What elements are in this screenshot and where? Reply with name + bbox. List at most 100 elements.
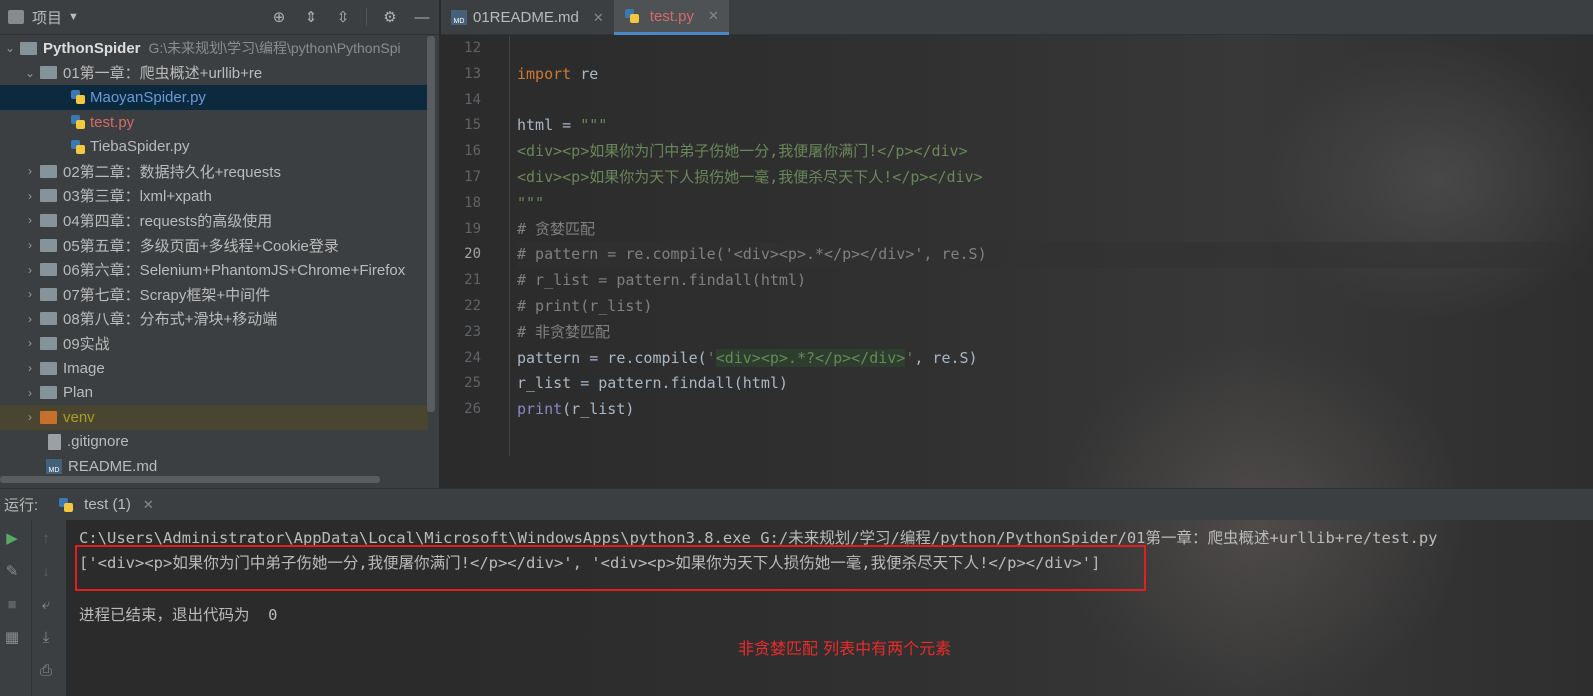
layout-icon[interactable]: ▦	[2, 627, 22, 647]
folder-icon	[40, 336, 57, 350]
tree-item-folder[interactable]: › Image	[0, 356, 428, 381]
chevron-right-icon[interactable]: ›	[20, 361, 40, 375]
chevron-right-icon[interactable]: ›	[20, 287, 40, 301]
file-icon	[48, 433, 61, 450]
locate-icon[interactable]: ⊕	[270, 8, 288, 26]
code-line[interactable]: print(r_list)	[517, 397, 1587, 423]
code-line[interactable]: # r_list = pattern.findall(html)	[517, 268, 1587, 294]
tree-item-folder[interactable]: › 02第二章：数据持久化+requests	[0, 159, 428, 184]
collapse-all-icon[interactable]: ⇳	[334, 8, 352, 26]
tree-item-folder[interactable]: › 09实战	[0, 331, 428, 356]
vertical-scrollbar[interactable]	[427, 36, 435, 412]
chevron-right-icon[interactable]: ›	[20, 410, 40, 424]
chevron-right-icon[interactable]: ›	[20, 336, 40, 350]
code-line[interactable]: r_list = pattern.findall(html)	[517, 371, 1587, 397]
tab-readme[interactable]: MD 01README.md ✕	[441, 0, 614, 35]
code-line[interactable]: # print(r_list)	[517, 294, 1587, 320]
minimize-icon[interactable]: —	[413, 8, 431, 26]
tree-item-folder[interactable]: › 07第七章：Scrapy框架+中间件	[0, 282, 428, 307]
folder-icon	[40, 361, 57, 375]
folder-icon	[40, 312, 57, 326]
expand-all-icon[interactable]: ⇕	[302, 8, 320, 26]
tab-label: 01README.md	[473, 9, 579, 26]
line-number: 15	[464, 117, 481, 134]
code-line[interactable]: html = """	[517, 113, 1587, 139]
run-tab-label: test (1)	[84, 496, 131, 513]
chevron-right-icon[interactable]: ›	[20, 386, 40, 400]
line-number-current: 20	[464, 246, 481, 263]
code-text: html =	[517, 116, 581, 135]
tree-item-file[interactable]: MD README.md	[0, 454, 428, 479]
highlight-box	[75, 545, 1146, 591]
arrow-down-icon[interactable]: ↓	[36, 561, 56, 581]
tree-item-folder[interactable]: › venv	[0, 404, 428, 430]
code-line[interactable]: <div><p>如果你为门中弟子伤她一分,我便屠你满门!</p></div>	[517, 139, 1587, 165]
project-icon	[8, 10, 24, 24]
rerun-icon[interactable]: ▶	[2, 528, 22, 548]
chevron-right-icon[interactable]: ›	[20, 312, 40, 326]
tree-item-label: 01第一章：爬虫概述+urllib+re	[63, 65, 263, 83]
gear-icon[interactable]: ⚙	[381, 8, 399, 26]
line-number: 17	[464, 168, 481, 185]
scroll-to-end-icon[interactable]: ⤓	[36, 627, 56, 647]
run-tab[interactable]: test (1) ✕	[48, 489, 164, 521]
comment: # r_list = pattern.findall(html)	[517, 271, 806, 290]
horizontal-scrollbar[interactable]	[0, 476, 380, 483]
print-icon[interactable]: ⎙	[36, 660, 56, 680]
run-toolbar-right: ↑ ↓ ⤶ ⤓ ⎙	[34, 528, 58, 680]
project-tree: ⌄ PythonSpider G:\未来规划\学习\编程\python\Pyth…	[0, 36, 428, 479]
chevron-down-icon[interactable]: ⌄	[20, 66, 40, 80]
chevron-down-icon[interactable]: ▼	[68, 11, 79, 23]
tree-item-folder[interactable]: › 03第三章：lxml+xpath	[0, 184, 428, 209]
run-label: 运行:	[4, 497, 39, 514]
chevron-right-icon[interactable]: ›	[20, 189, 40, 203]
tree-item-file[interactable]: MaoyanSpider.py	[0, 85, 428, 110]
string-literal: """	[580, 116, 608, 135]
code-line[interactable]	[517, 88, 1587, 114]
tree-item-folder[interactable]: › 05第五章：多级页面+多线程+Cookie登录	[0, 233, 428, 258]
line-number: 12	[464, 40, 481, 56]
code-line[interactable]: <div><p>如果你为天下人损伤她一毫,我便杀尽天下人!</p></div>	[517, 165, 1587, 191]
tab-label: test.py	[649, 7, 694, 25]
tab-test-py[interactable]: test.py ✕	[613, 0, 729, 35]
code-line[interactable]: # 贪婪匹配	[517, 217, 1587, 243]
code-editor[interactable]: import re html = """ <div><p>如果你为门中弟子伤她一…	[517, 36, 1587, 488]
chevron-right-icon[interactable]: ›	[20, 263, 40, 277]
tree-item-file[interactable]: .gitignore	[0, 430, 428, 455]
project-toolbar: ⊕ ⇕ ⇳ ⚙ —	[270, 8, 431, 26]
folder-icon	[40, 263, 57, 277]
chevron-down-icon[interactable]: ⌄	[0, 41, 20, 55]
arrow-up-icon[interactable]: ↑	[36, 528, 56, 548]
chevron-right-icon[interactable]: ›	[20, 213, 40, 227]
soft-wrap-icon[interactable]: ⤶	[36, 594, 56, 614]
code-line[interactable]: pattern = re.compile('<div><p>.*?</p></d…	[517, 346, 1587, 372]
tree-item-label: README.md	[68, 457, 158, 475]
close-icon[interactable]: ✕	[143, 497, 154, 513]
python-file-icon	[58, 497, 74, 513]
tree-item-folder[interactable]: › 06第六章：Selenium+PhantomJS+Chrome+Firefo…	[0, 257, 428, 282]
comment: # print(r_list)	[517, 296, 653, 315]
tree-item-folder[interactable]: ⌄ 01第一章：爬虫概述+urllib+re	[0, 61, 428, 86]
chevron-right-icon[interactable]: ›	[20, 164, 40, 178]
tree-item-file[interactable]: test.py	[0, 110, 428, 135]
close-icon[interactable]: ✕	[708, 8, 719, 24]
tree-item-folder[interactable]: › 08第八章：分布式+滑块+移动端	[0, 307, 428, 332]
chevron-right-icon[interactable]: ›	[20, 238, 40, 252]
tree-item-file[interactable]: TiebaSpider.py	[0, 134, 428, 159]
code-line[interactable]: """	[517, 191, 1587, 217]
code-line[interactable]: import re	[517, 62, 1587, 88]
console-exit: 进程已结束，退出代码为 0	[79, 606, 278, 624]
tree-item-folder[interactable]: › Plan	[0, 380, 428, 405]
code-line[interactable]: # 非贪婪匹配	[517, 320, 1587, 346]
wrench-icon[interactable]: ✎	[2, 561, 22, 581]
tree-item-label: 05第五章：多级页面+多线程+Cookie登录	[63, 237, 339, 255]
code-line[interactable]	[517, 36, 1587, 62]
comment: # 非贪婪匹配	[517, 322, 611, 341]
stop-icon[interactable]: ■	[2, 594, 22, 614]
tree-item-root[interactable]: ⌄ PythonSpider G:\未来规划\学习\编程\python\Pyth…	[0, 36, 428, 61]
folder-icon	[40, 213, 57, 227]
code-line-current[interactable]: # pattern = re.compile('<div><p>.*</p></…	[517, 242, 1587, 269]
close-icon[interactable]: ✕	[593, 10, 604, 26]
tree-item-folder[interactable]: › 04第四章：requests的高级使用	[0, 208, 428, 233]
project-panel-title[interactable]: 项目	[32, 7, 62, 28]
